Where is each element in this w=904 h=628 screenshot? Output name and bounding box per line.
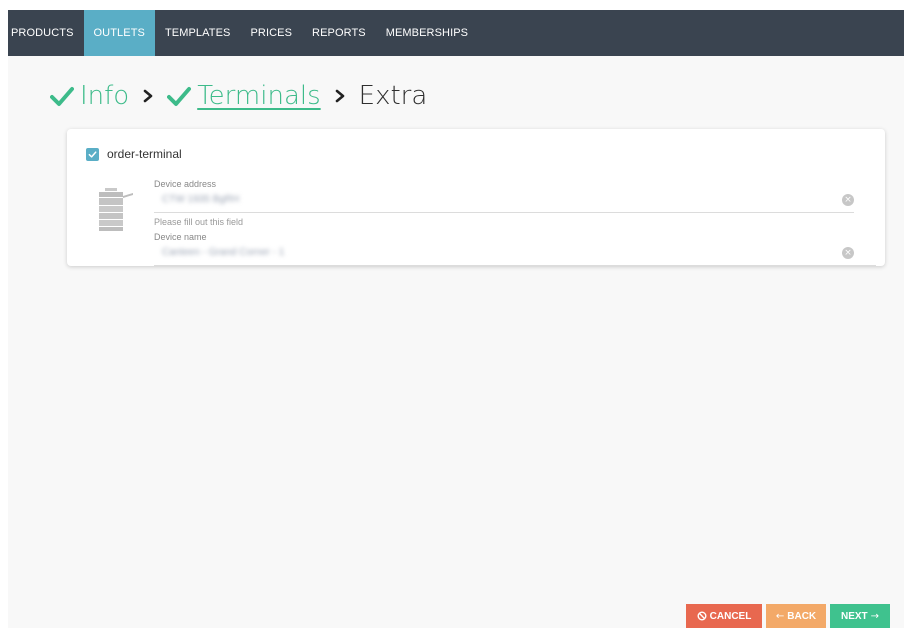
cancel-label: CANCEL (709, 610, 752, 622)
nav-item-prices[interactable]: PRICES (240, 10, 302, 56)
device-address-value: CTW 1935 BgRH (162, 194, 240, 205)
device-name-block: Device name Canteen - Grand Corner - 1 × (154, 232, 876, 266)
nav-item-outlets[interactable]: OUTLETS (83, 10, 155, 56)
device-address-hint: Please fill out this field (154, 217, 244, 227)
device-name-label: Device name (154, 232, 207, 242)
arrow-right-icon: → (870, 610, 880, 622)
clear-device-name-button[interactable]: × (842, 247, 854, 259)
checkmark-icon (88, 150, 97, 158)
chevron-right-icon (143, 89, 153, 103)
next-button[interactable]: NEXT → (830, 604, 890, 628)
back-label: BACK (787, 610, 817, 622)
nav-item-templates[interactable]: TEMPLATES (155, 10, 241, 56)
next-label: NEXT (840, 610, 868, 622)
check-icon (167, 87, 192, 106)
device-address-input[interactable]: CTW 1935 BgRH × (154, 190, 854, 213)
nav-item-memberships[interactable]: MEMBERSHIPS (376, 10, 478, 56)
step-info: Info (50, 81, 129, 111)
step-terminals[interactable]: Terminals (167, 81, 321, 111)
nav-item-reports[interactable]: REPORTS (302, 10, 376, 56)
wizard-steps: Info Terminals Extra (50, 76, 427, 116)
device-name-input[interactable]: Canteen - Grand Corner - 1 × (154, 243, 876, 266)
step-terminals-label[interactable]: Terminals (197, 81, 320, 111)
cancel-button[interactable]: CANCEL (686, 604, 762, 628)
device-address-block: Device address CTW 1935 BgRH × Please fi… (154, 179, 876, 227)
arrow-left-icon: ← (775, 610, 785, 622)
check-icon (50, 87, 74, 106)
clear-device-address-button[interactable]: × (842, 194, 854, 206)
step-extra: Extra (359, 81, 428, 111)
app-window: PRODUCTS OUTLETS TEMPLATES PRICES REPORT… (8, 10, 904, 628)
close-icon: × (844, 195, 852, 205)
order-terminal-checkbox[interactable] (86, 147, 99, 161)
chevron-right-icon (335, 89, 344, 103)
printer-icon (99, 188, 133, 231)
top-nav: PRODUCTS OUTLETS TEMPLATES PRICES REPORT… (8, 10, 904, 56)
device-name-value: Canteen - Grand Corner - 1 (162, 247, 285, 258)
close-icon: × (844, 248, 852, 258)
device-address-label: Device address (154, 179, 217, 189)
back-button[interactable]: ← BACK (766, 604, 826, 628)
ban-icon (697, 611, 707, 621)
nav-item-products[interactable]: PRODUCTS (8, 10, 84, 56)
step-extra-label: Extra (358, 81, 428, 111)
terminal-card: order-terminal Device address CTW 1935 B… (67, 129, 885, 266)
step-info-label: Info (80, 81, 130, 111)
order-terminal-label: order-terminal (107, 147, 182, 161)
order-terminal-checkbox-row[interactable]: order-terminal (86, 147, 182, 161)
